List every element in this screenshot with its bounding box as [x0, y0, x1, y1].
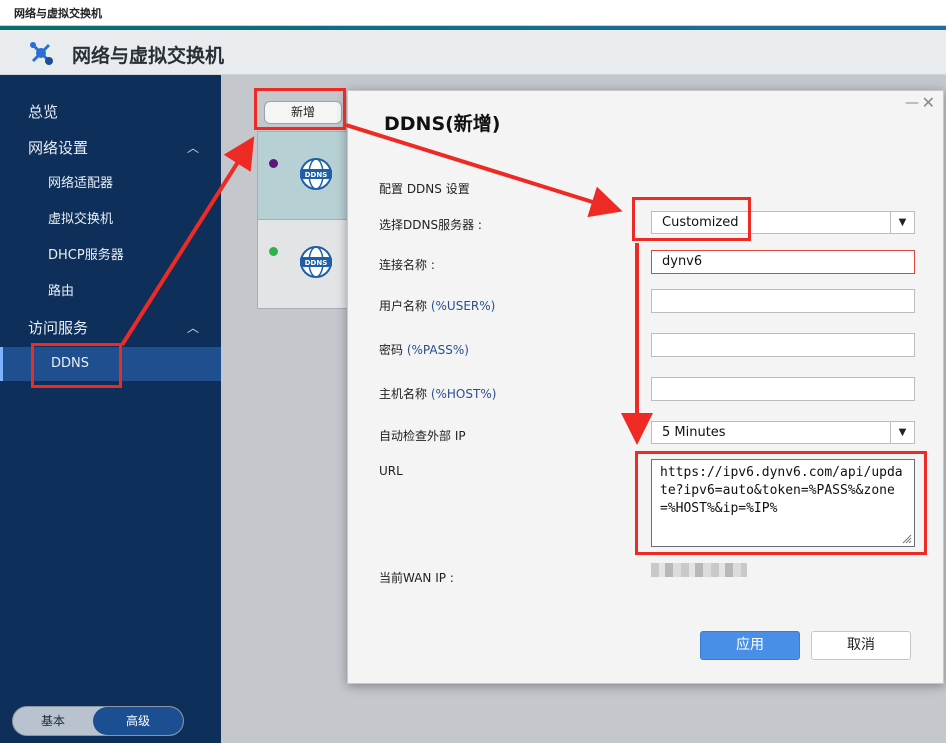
minimize-icon[interactable]: — — [905, 95, 919, 111]
close-icon[interactable]: ✕ — [922, 93, 935, 112]
sidebar-item-network-settings[interactable]: 网络设置 ︿ — [0, 131, 221, 165]
sidebar-item-label: 网络设置 — [28, 139, 89, 157]
ddns-entry-card[interactable]: DDNS — [257, 219, 349, 309]
status-dot — [269, 159, 278, 168]
app-title: 网络与虚拟交换机 — [72, 45, 225, 67]
ddns-entry-card[interactable]: DDNS — [257, 131, 349, 221]
sidebar-item-label: 路由 — [48, 284, 75, 299]
wan-ip-value-redacted — [651, 563, 747, 577]
dropdown-arrow-icon[interactable]: ▼ — [890, 212, 914, 234]
sidebar-item-label: 网络适配器 — [48, 176, 114, 191]
cancel-button[interactable]: 取消 — [811, 631, 911, 660]
mode-advanced-option[interactable]: 高级 — [93, 707, 183, 735]
sidebar-item-dhcp-server[interactable]: DHCP服务器 — [0, 239, 221, 273]
card-badge: DDNS — [305, 259, 328, 267]
sidebar-item-virtual-switch[interactable]: 虚拟交换机 — [0, 203, 221, 237]
globe-ddns-icon: DDNS — [300, 246, 332, 278]
status-dot — [269, 247, 278, 256]
url-label: URL — [379, 464, 403, 478]
sidebar-item-label: 总览 — [28, 103, 59, 121]
card-badge: DDNS — [305, 171, 328, 179]
connection-name-input[interactable]: dynv6 — [651, 250, 915, 274]
sidebar-item-network-adapters[interactable]: 网络适配器 — [0, 167, 221, 201]
hostname-label: 主机名称 (%HOST%) — [379, 387, 497, 401]
mode-toggle[interactable]: 基本 高级 — [12, 706, 184, 736]
apply-button[interactable]: 应用 — [700, 631, 800, 660]
interval-select-value: 5 Minutes — [662, 425, 726, 440]
sidebar-item-label: 虚拟交换机 — [48, 212, 114, 227]
window-titlebar: 网络与虚拟交换机 — [0, 0, 946, 26]
auto-check-ip-label: 自动检查外部 IP — [379, 429, 466, 443]
password-label: 密码 (%PASS%) — [379, 343, 469, 357]
chevron-up-icon[interactable]: ︿ — [187, 311, 199, 345]
dropdown-arrow-icon[interactable]: ▼ — [890, 422, 914, 444]
network-switch-icon — [30, 42, 53, 65]
sidebar-item-overview[interactable]: 总览 — [0, 95, 221, 129]
window-title: 网络与虚拟交换机 — [14, 7, 102, 20]
username-input[interactable] — [651, 289, 915, 313]
connection-name-label: 连接名称 : — [379, 258, 435, 272]
section-heading: 配置 DDNS 设置 — [379, 182, 470, 196]
wan-ip-label: 当前WAN IP : — [379, 571, 454, 585]
username-label: 用户名称 (%USER%) — [379, 299, 496, 313]
ddns-add-dialog: — ✕ DDNS(新增) 配置 DDNS 设置 选择DDNS服务器 : Cust… — [347, 90, 944, 684]
annotation-box-ddns — [31, 343, 122, 388]
sidebar-item-label: 访问服务 — [28, 319, 89, 337]
sidebar-item-label: DHCP服务器 — [48, 248, 124, 263]
sidebar-item-routing[interactable]: 路由 — [0, 275, 221, 309]
app-header: 网络与虚拟交换机 — [0, 30, 946, 75]
chevron-up-icon[interactable]: ︿ — [187, 131, 199, 165]
service-label: 选择DDNS服务器 : — [379, 218, 482, 232]
auto-check-interval-select[interactable]: 5 Minutes ▼ — [651, 421, 915, 444]
dialog-title: DDNS(新增) — [384, 113, 501, 135]
sidebar: 总览 网络设置 ︿ 网络适配器 虚拟交换机 DHCP服务器 路由 访问服务 ︿ … — [0, 75, 221, 743]
hostname-input[interactable] — [651, 377, 915, 401]
annotation-box-url — [635, 451, 927, 555]
globe-ddns-icon: DDNS — [300, 158, 332, 190]
mode-basic-option[interactable]: 基本 — [13, 707, 93, 735]
password-input[interactable] — [651, 333, 915, 357]
annotation-box-service — [632, 197, 751, 241]
annotation-box-add — [254, 88, 346, 130]
sidebar-item-access-services[interactable]: 访问服务 ︿ — [0, 311, 221, 345]
